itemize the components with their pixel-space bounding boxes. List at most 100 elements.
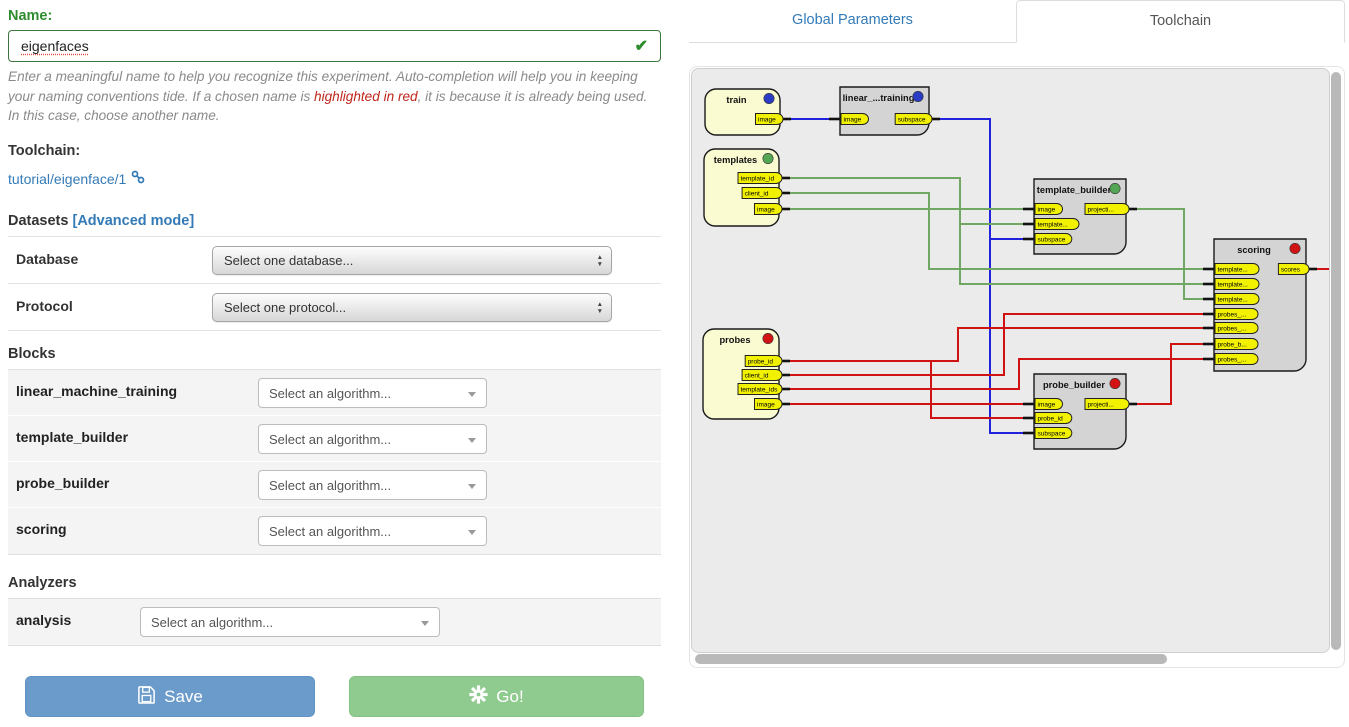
go-button-label: Go! bbox=[496, 687, 523, 707]
help-red-text: highlighted in red bbox=[314, 89, 418, 104]
status-dot bbox=[1110, 183, 1120, 193]
diagram-block-probe_builder[interactable]: probe_builderimage probe_id subspace projec… bbox=[1023, 374, 1137, 449]
template-builder-algorithm-select[interactable]: Select an algorithm... bbox=[258, 424, 487, 454]
status-dot bbox=[1290, 243, 1300, 253]
name-input[interactable]: eigenfaces ✔ bbox=[8, 30, 661, 62]
port-label: template_ids bbox=[741, 387, 779, 394]
port-label: probe_id bbox=[1038, 416, 1064, 423]
analyzers-table: analysis Select an algorithm... bbox=[8, 598, 661, 646]
port-label: projecti... bbox=[1088, 402, 1115, 409]
advanced-mode-link[interactable]: [Advanced mode] bbox=[72, 213, 194, 229]
port-label: subspace bbox=[1038, 431, 1066, 438]
block-title: train bbox=[726, 95, 746, 105]
database-label: Database bbox=[16, 251, 78, 267]
port-label: projecti... bbox=[1088, 207, 1115, 214]
scoring-algorithm-select[interactable]: Select an algorithm... bbox=[258, 516, 487, 546]
blocks-heading: Blocks bbox=[8, 346, 661, 362]
chevron-down-icon bbox=[468, 530, 476, 535]
chevron-down-icon bbox=[468, 484, 476, 489]
port-label: probe_id bbox=[748, 359, 774, 366]
port-label: client_id bbox=[745, 373, 769, 380]
analysis-algorithm-select[interactable]: Select an algorithm... bbox=[140, 607, 440, 637]
probe-builder-algorithm-select[interactable]: Select an algorithm... bbox=[258, 470, 487, 500]
save-floppy-icon bbox=[137, 685, 156, 709]
table-row-template-builder: template_builder Select an algorithm... bbox=[8, 416, 661, 462]
go-button[interactable]: Go! bbox=[349, 676, 644, 717]
block-title: template_builder bbox=[1037, 185, 1112, 195]
status-dot bbox=[764, 93, 774, 103]
analyzers-heading: Analyzers bbox=[8, 575, 661, 591]
diagram-block-train[interactable]: train image bbox=[705, 89, 791, 135]
toolchain-link-row: tutorial/eigenface/1 bbox=[8, 170, 661, 187]
port-label: template... bbox=[1218, 282, 1249, 289]
port-label: subspace bbox=[898, 117, 926, 124]
diagram-block-template_builder[interactable]: template_builderimage template... subspace… bbox=[1023, 179, 1137, 254]
chevron-down-icon bbox=[468, 438, 476, 443]
port-label: template_id bbox=[741, 176, 775, 183]
port-label: image bbox=[757, 402, 775, 409]
table-row-analysis: analysis Select an algorithm... bbox=[8, 599, 661, 645]
diagram-block-linear_machine_training[interactable]: linear_...trainingimagesubspace bbox=[829, 87, 940, 135]
select-arrows-icon: ▲▼ bbox=[597, 301, 603, 315]
block-title: probe_builder bbox=[1043, 380, 1105, 390]
toolchain-label: Toolchain: bbox=[8, 143, 661, 159]
protocol-label: Protocol bbox=[16, 298, 73, 314]
status-dot bbox=[763, 153, 773, 163]
block-title: scoring bbox=[1237, 245, 1271, 255]
toolchain-canvas[interactable]: trainimagelinear_...trainingimagesubspac… bbox=[689, 66, 1345, 668]
datasets-table: Database Select one database... ▲▼ Proto… bbox=[8, 236, 661, 331]
port-label: probes_... bbox=[1218, 312, 1247, 319]
tab-toolchain[interactable]: Toolchain bbox=[1016, 0, 1345, 43]
toolchain-link[interactable]: tutorial/eigenface/1 bbox=[8, 171, 126, 187]
diagram-horizontal-scrollbar[interactable] bbox=[695, 654, 1167, 664]
diagram-block-scoring[interactable]: scoring template... template... template...… bbox=[1203, 239, 1317, 371]
port-label: probe_b... bbox=[1218, 342, 1247, 349]
tab-global-parameters[interactable]: Global Parameters bbox=[689, 0, 1016, 43]
name-value[interactable]: eigenfaces bbox=[21, 38, 89, 54]
table-row-database: Database Select one database... ▲▼ bbox=[8, 236, 661, 283]
chevron-down-icon bbox=[421, 621, 429, 626]
port-label: image bbox=[844, 117, 862, 124]
datasets-heading: Datasets [Advanced mode] bbox=[8, 213, 661, 229]
block-title: probes bbox=[720, 335, 751, 345]
table-row-linear-machine-training: linear_machine_training Select an algori… bbox=[8, 370, 661, 416]
port-label: template... bbox=[1218, 297, 1249, 304]
port-label: image bbox=[757, 207, 775, 214]
port-label: client_id bbox=[745, 191, 769, 198]
select-arrows-icon: ▲▼ bbox=[597, 254, 603, 268]
experiment-form: Name: eigenfaces ✔ Enter a meaningful na… bbox=[8, 8, 661, 646]
table-row-protocol: Protocol Select one protocol... ▲▼ bbox=[8, 283, 661, 330]
name-help-text: Enter a meaningful name to help you reco… bbox=[8, 67, 661, 126]
protocol-select[interactable]: Select one protocol... ▲▼ bbox=[212, 293, 612, 322]
toolchain-diagram: trainimagelinear_...trainingimagesubspac… bbox=[691, 68, 1330, 653]
table-row-probe-builder: probe_builder Select an algorithm... bbox=[8, 462, 661, 508]
block-title: templates bbox=[714, 155, 757, 165]
save-button-label: Save bbox=[164, 687, 203, 707]
port-label: image bbox=[758, 117, 776, 124]
status-dot bbox=[1110, 378, 1120, 388]
right-tab-bar: Global Parameters Toolchain bbox=[689, 0, 1345, 43]
diagram-vertical-scrollbar[interactable] bbox=[1331, 72, 1341, 650]
port-label: probes_... bbox=[1218, 357, 1247, 364]
port-label: scores bbox=[1281, 267, 1301, 274]
port-label: subspace bbox=[1038, 237, 1066, 244]
port-label: template... bbox=[1038, 222, 1069, 229]
database-select[interactable]: Select one database... ▲▼ bbox=[212, 246, 612, 275]
status-dot bbox=[763, 333, 773, 343]
name-label: Name: bbox=[8, 8, 661, 24]
gear-icon bbox=[469, 685, 488, 709]
chain-link-icon[interactable] bbox=[131, 170, 145, 187]
table-row-scoring: scoring Select an algorithm... bbox=[8, 508, 661, 554]
port-label: template... bbox=[1218, 267, 1249, 274]
diagram-block-templates[interactable]: templates template_id client_idimage bbox=[704, 149, 790, 226]
port-label: image bbox=[1038, 402, 1056, 409]
status-dot bbox=[913, 91, 923, 101]
port-label: probes_... bbox=[1218, 326, 1247, 333]
diagram-block-probes[interactable]: probes probe_id client_id template_idsimage bbox=[703, 329, 790, 419]
port-label: image bbox=[1038, 207, 1056, 214]
chevron-down-icon bbox=[468, 392, 476, 397]
save-button[interactable]: Save bbox=[25, 676, 315, 717]
blocks-table: linear_machine_training Select an algori… bbox=[8, 369, 661, 555]
linear-machine-training-algorithm-select[interactable]: Select an algorithm... bbox=[258, 378, 487, 408]
valid-checkmark-icon: ✔ bbox=[635, 36, 648, 56]
